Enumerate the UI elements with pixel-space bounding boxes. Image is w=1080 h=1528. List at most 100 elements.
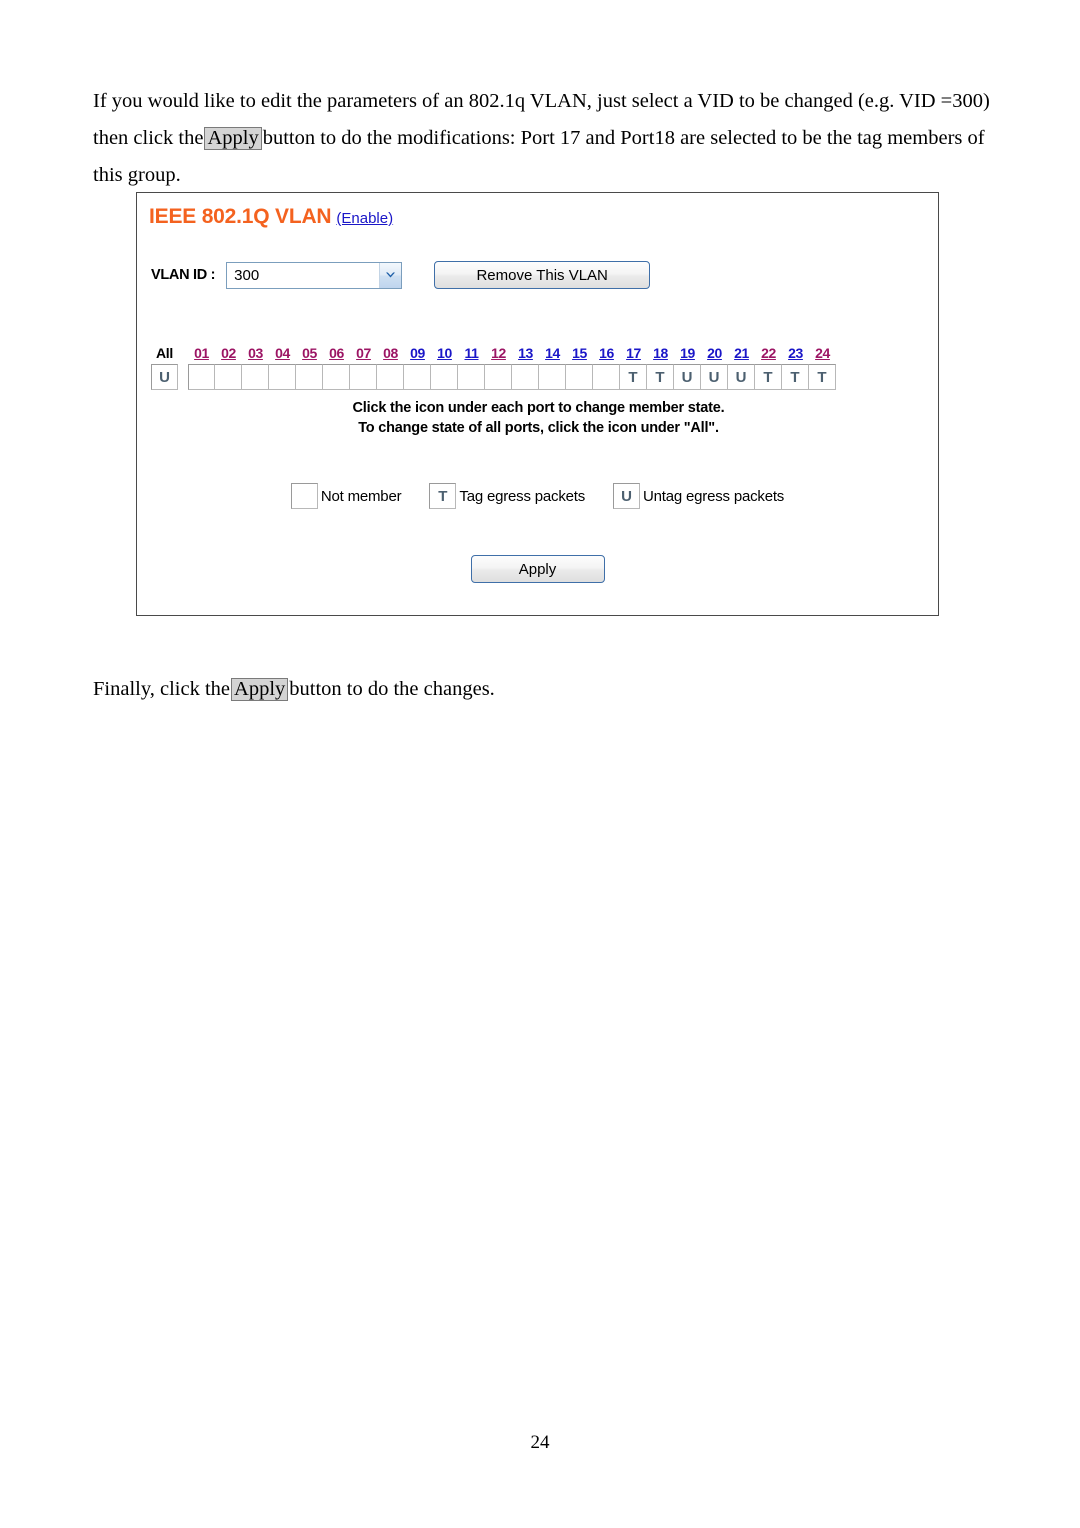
port-column-17: 17 T <box>620 345 647 390</box>
port-number-link-23[interactable]: 23 <box>788 345 803 361</box>
port-state-cell-19[interactable]: U <box>674 364 701 390</box>
port-state-cell-10[interactable] <box>431 364 458 390</box>
port-state-cell-03[interactable] <box>242 364 269 390</box>
final-text-before: Finally, click the <box>93 677 231 700</box>
port-column-14: 14 <box>539 345 566 390</box>
port-column-03: 03 <box>242 345 269 390</box>
port-number-link-14[interactable]: 14 <box>545 345 560 361</box>
port-number-link-01[interactable]: 01 <box>194 345 209 361</box>
member-state-legend: Not member T Tag egress packets U Untag egre… <box>137 483 938 509</box>
port-state-cell-12[interactable] <box>485 364 512 390</box>
hint-line-2: To change state of all ports, click the … <box>358 420 719 436</box>
port-column-09: 09 <box>404 345 431 390</box>
final-text-after: button to do the changes. <box>289 677 495 700</box>
port-state-cell-07[interactable] <box>350 364 377 390</box>
final-paragraph: Finally, click the Apply button to do the … <box>93 671 973 708</box>
port-number-link-02[interactable]: 02 <box>221 345 236 361</box>
intro-paragraph: If you would like to edit the parameters… <box>93 83 993 194</box>
port-state-cell-17[interactable]: T <box>620 364 647 390</box>
legend-label-1: Not member <box>320 487 402 505</box>
panel-header: IEEE 802.1Q VLAN (Enable) <box>149 205 393 229</box>
vlan-id-row: VLAN ID : 300 Remove This VLAN <box>151 261 651 289</box>
port-state-cell-05[interactable] <box>296 364 323 390</box>
port-number-link-21[interactable]: 21 <box>734 345 749 361</box>
port-number-link-22[interactable]: 22 <box>761 345 776 361</box>
port-state-cell-24[interactable]: T <box>809 364 836 390</box>
port-state-cell-01[interactable] <box>188 364 215 390</box>
port-column-24: 24 T <box>809 345 836 390</box>
port-number-link-16[interactable]: 16 <box>599 345 614 361</box>
port-column-23: 23 T <box>782 345 809 390</box>
port-number-link-20[interactable]: 20 <box>707 345 722 361</box>
port-number-link-04[interactable]: 04 <box>275 345 290 361</box>
port-state-cell-16[interactable] <box>593 364 620 390</box>
port-column-21: 21 U <box>728 345 755 390</box>
port-state-cell-06[interactable] <box>323 364 350 390</box>
port-number-link-05[interactable]: 05 <box>302 345 317 361</box>
port-state-cell-23[interactable]: T <box>782 364 809 390</box>
apply-row: Apply <box>137 555 938 583</box>
legend-label-2: Tag egress packets <box>459 487 586 505</box>
vlan-configuration-panel: IEEE 802.1Q VLAN (Enable) VLAN ID : 300 R… <box>136 192 939 616</box>
all-ports-column: All U <box>151 345 178 390</box>
remove-this-vlan-button[interactable]: Remove This VLAN <box>434 261 651 289</box>
port-column-16: 16 <box>593 345 620 390</box>
port-number-link-08[interactable]: 08 <box>383 345 398 361</box>
chevron-down-icon[interactable] <box>379 262 402 288</box>
port-column-12: 12 <box>485 345 512 390</box>
port-column-20: 20 U <box>701 345 728 390</box>
port-state-cell-20[interactable]: U <box>701 364 728 390</box>
legend-swatch-u: U <box>613 483 641 509</box>
port-state-cell-04[interactable] <box>269 364 296 390</box>
port-number-link-11[interactable]: 11 <box>465 345 479 361</box>
port-state-cell-18[interactable]: T <box>647 364 674 390</box>
port-state-cell-09[interactable] <box>404 364 431 390</box>
port-grid-row: All U 01 02 03 04 05 06 07 08 09 10 11 12 13 14 15 16 17… <box>151 345 926 390</box>
inline-apply-button-reference-2: Apply <box>231 677 289 702</box>
port-state-cell-21[interactable]: U <box>728 364 755 390</box>
legend-label-3: Untag egress packets <box>643 487 785 505</box>
port-grid-hint: Click the icon under each port to change… <box>151 398 926 438</box>
port-number-link-07[interactable]: 07 <box>356 345 371 361</box>
port-column-22: 22 T <box>755 345 782 390</box>
port-state-cell-08[interactable] <box>377 364 404 390</box>
port-state-cell-11[interactable] <box>458 364 485 390</box>
port-state-cell-02[interactable] <box>215 364 242 390</box>
port-columns: 01 02 03 04 05 06 07 08 09 10 11 12 13 14 15 16 17 T 18 T 19… <box>188 345 836 390</box>
port-state-cell-14[interactable] <box>539 364 566 390</box>
port-column-19: 19 U <box>674 345 701 390</box>
port-number-link-24[interactable]: 24 <box>815 345 830 361</box>
port-column-07: 07 <box>350 345 377 390</box>
vlan-id-label: VLAN ID : <box>151 267 216 283</box>
port-number-link-18[interactable]: 18 <box>653 345 668 361</box>
all-ports-label: All <box>156 345 173 361</box>
port-number-link-06[interactable]: 06 <box>329 345 344 361</box>
port-column-05: 05 <box>296 345 323 390</box>
port-column-08: 08 <box>377 345 404 390</box>
port-column-11: 11 <box>458 345 485 390</box>
port-column-01: 01 <box>188 345 215 390</box>
port-number-link-03[interactable]: 03 <box>248 345 263 361</box>
all-ports-state-cell[interactable]: U <box>151 364 178 390</box>
apply-button[interactable]: Apply <box>470 555 605 583</box>
vlan-id-select[interactable]: 300 <box>226 261 403 289</box>
port-number-link-12[interactable]: 12 <box>491 345 506 361</box>
port-member-grid: All U 01 02 03 04 05 06 07 08 09 10 11 12 13 14 15 16 17… <box>151 345 926 438</box>
port-column-04: 04 <box>269 345 296 390</box>
legend-swatch-empty <box>290 483 318 509</box>
port-state-cell-22[interactable]: T <box>755 364 782 390</box>
port-column-06: 06 <box>323 345 350 390</box>
port-number-link-13[interactable]: 13 <box>518 345 533 361</box>
port-number-link-17[interactable]: 17 <box>626 345 641 361</box>
port-column-13: 13 <box>512 345 539 390</box>
port-column-02: 02 <box>215 345 242 390</box>
port-number-link-10[interactable]: 10 <box>437 345 452 361</box>
enable-link[interactable]: (Enable) <box>336 210 393 227</box>
port-number-link-15[interactable]: 15 <box>572 345 587 361</box>
port-number-link-09[interactable]: 09 <box>410 345 425 361</box>
port-state-cell-15[interactable] <box>566 364 593 390</box>
legend-item-3: U Untag egress packets <box>613 483 784 509</box>
port-state-cell-13[interactable] <box>512 364 539 390</box>
port-number-link-19[interactable]: 19 <box>680 345 695 361</box>
legend-item-2: T Tag egress packets <box>429 483 585 509</box>
